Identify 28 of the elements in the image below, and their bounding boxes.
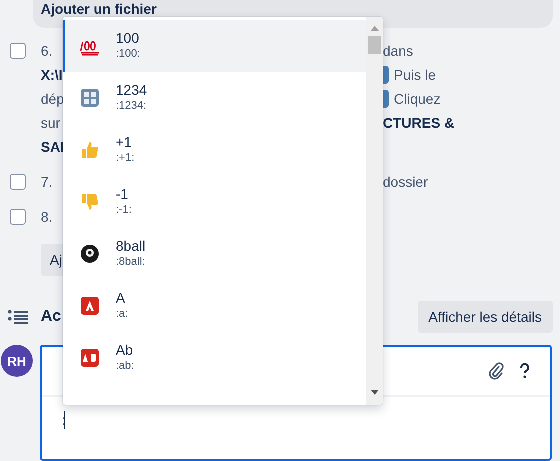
emoji-shortcode: :100: bbox=[116, 47, 140, 62]
task-text: 6. bbox=[41, 43, 53, 59]
emoji-shortcode: :ab: bbox=[116, 359, 134, 374]
task-text: dép bbox=[41, 91, 64, 107]
task-text: 7. bbox=[41, 174, 53, 190]
task-text: CTURES & bbox=[383, 115, 455, 131]
task-text: Puis le bbox=[394, 67, 436, 83]
activity-heading: Ac bbox=[41, 308, 62, 326]
emoji-name: 1234 bbox=[116, 82, 148, 99]
emoji-name: A bbox=[116, 290, 126, 307]
task-text: Cliquez bbox=[394, 91, 441, 107]
emoji-shortcode: :-1: bbox=[116, 203, 132, 218]
upload-bar-label: Ajouter un fichier bbox=[41, 2, 157, 17]
task-text: 8. bbox=[41, 209, 53, 225]
emoji-name: -1 bbox=[116, 186, 130, 203]
task-text: dans bbox=[383, 43, 414, 59]
task-text: X:\I bbox=[41, 67, 63, 83]
emoji-shortcode: :8ball: bbox=[116, 255, 146, 270]
task-text: dossier bbox=[383, 174, 428, 190]
task-text: SAI bbox=[41, 139, 64, 155]
emoji-name: 8ball bbox=[116, 238, 146, 255]
emoji-name: +1 bbox=[116, 134, 133, 151]
emoji-name: 100 bbox=[116, 30, 140, 47]
emoji-shortcode: :+1: bbox=[116, 151, 135, 166]
task-text: sur bbox=[41, 115, 60, 131]
emoji-shortcode: :a: bbox=[116, 307, 128, 322]
emoji-name: Ab bbox=[116, 342, 134, 359]
emoji-shortcode: :1234: bbox=[116, 99, 148, 114]
